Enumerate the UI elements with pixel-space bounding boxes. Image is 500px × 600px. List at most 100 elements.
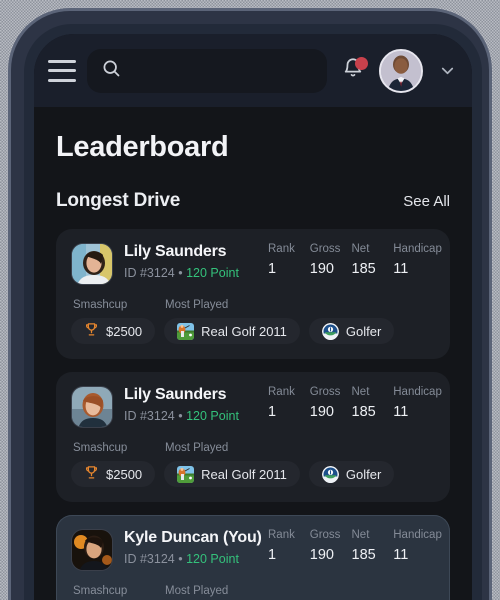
chip-row: $2500 Real Golf 2011 Golfer — [71, 318, 435, 344]
chip-label: Real Golf 2011 — [201, 466, 287, 482]
meta-separator: • — [178, 409, 183, 423]
player-meta: ID #3124 • 120 Point — [124, 552, 268, 566]
stat-value: 1 — [268, 547, 277, 563]
card-header: Lily Saunders ID #3124 • 120 Point Rank 1 Gr… — [71, 386, 442, 428]
profile-avatar[interactable] — [379, 48, 423, 93]
stat-label: Handicap — [393, 529, 442, 541]
chip[interactable]: Real Golf 2011 — [164, 461, 300, 487]
player-meta: ID #3124 • 120 Point — [124, 409, 268, 423]
stat-label: Net — [351, 529, 370, 541]
stat-label: Net — [351, 386, 370, 398]
player-stats: Rank 1 Gross 190 Net 185 Handicap 11 — [268, 529, 442, 563]
game-thumbnail — [177, 465, 195, 483]
player-avatar[interactable] — [71, 386, 113, 428]
chip[interactable]: $2500 — [71, 461, 156, 487]
search-icon — [101, 58, 122, 84]
stat-value: 185 — [351, 261, 376, 277]
golfer-badge-icon — [321, 322, 339, 340]
stat-label: Rank — [268, 386, 295, 398]
stat-column: Handicap 11 — [393, 243, 442, 277]
stat-column: Rank 1 — [268, 529, 310, 563]
player-name: Kyle Duncan (You) — [124, 529, 262, 546]
leaderboard-list: Lily Saunders ID #3124 • 120 Point Rank 1 Gr… — [34, 212, 472, 600]
player-name: Lily Saunders — [124, 386, 227, 403]
player-meta: ID #3124 • 120 Point — [124, 266, 268, 280]
search-bar[interactable] — [87, 48, 327, 93]
player-stats: Rank 1 Gross 190 Net 185 Handicap 11 — [268, 386, 442, 420]
stat-column: Handicap 11 — [393, 386, 442, 420]
leaderboard-card[interactable]: Lily Saunders ID #3124 • 120 Point Rank 1 Gr… — [56, 372, 450, 502]
canvas-backdrop: Leaderboard Longest Drive See All Lily S… — [0, 0, 500, 600]
player-avatar[interactable] — [71, 529, 113, 571]
stat-column: Rank 1 — [268, 243, 310, 277]
player-id: ID #3124 — [124, 266, 175, 280]
stat-value: 11 — [393, 404, 409, 420]
chip-group-labels: Smashcup Most Played — [71, 442, 435, 454]
stat-column: Net 185 — [352, 529, 394, 563]
stat-label: Gross — [309, 243, 341, 255]
leaderboard-card[interactable]: Kyle Duncan (You) ID #3124 • 120 Point Ran… — [56, 515, 450, 600]
stat-label: Handicap — [393, 243, 442, 255]
see-all-link[interactable]: See All — [403, 193, 450, 210]
player-id: ID #3124 — [124, 552, 175, 566]
player-avatar[interactable] — [71, 243, 113, 285]
card-header: Lily Saunders ID #3124 • 120 Point Rank 1 Gr… — [71, 243, 442, 285]
stat-label: Rank — [268, 529, 295, 541]
player-points: 120 Point — [186, 409, 239, 423]
player-points: 120 Point — [186, 266, 239, 280]
stat-column: Gross 190 — [310, 243, 352, 277]
phone-frame-outer: Leaderboard Longest Drive See All Lily S… — [8, 8, 492, 600]
stat-label: Gross — [309, 529, 341, 541]
chip-label: Golfer — [345, 323, 382, 339]
leaderboard-card[interactable]: Lily Saunders ID #3124 • 120 Point Rank 1 Gr… — [56, 229, 450, 359]
stat-label: Handicap — [393, 386, 442, 398]
player-points: 120 Point — [186, 552, 239, 566]
chip-row: $2500 Real Golf 2011 Golfer — [71, 461, 435, 487]
stat-column: Handicap 11 — [393, 529, 442, 563]
stat-value: 190 — [309, 404, 334, 420]
chip-group-labels: Smashcup Most Played — [71, 585, 435, 597]
page-title: Leaderboard — [56, 131, 229, 163]
player-identity: Lily Saunders ID #3124 • 120 Point — [124, 243, 268, 280]
player-stats: Rank 1 Gross 190 Net 185 Handicap 11 — [268, 243, 442, 277]
smashcup-label: Smashcup — [73, 299, 128, 311]
chip-label: $2500 — [106, 323, 143, 339]
section-title: Longest Drive — [56, 190, 181, 211]
section-header: Longest Drive See All — [34, 164, 472, 212]
golfer-badge-icon — [321, 465, 339, 483]
stat-value: 1 — [268, 261, 277, 277]
chip[interactable]: Real Golf 2011 — [164, 318, 300, 344]
search-input[interactable] — [131, 62, 313, 79]
page-body: Leaderboard Longest Drive See All Lily S… — [34, 107, 472, 600]
player-name: Lily Saunders — [124, 243, 227, 260]
stat-column: Rank 1 — [268, 386, 310, 420]
chip-group-labels: Smashcup Most Played — [71, 299, 435, 311]
trophy-icon — [84, 465, 99, 483]
chip[interactable]: $2500 — [71, 318, 156, 344]
game-thumbnail — [177, 322, 195, 340]
trophy-icon — [84, 322, 99, 340]
most-played-label: Most Played — [165, 442, 229, 454]
stat-value: 11 — [393, 547, 409, 563]
phone-frame-mid: Leaderboard Longest Drive See All Lily S… — [11, 11, 489, 600]
stat-value: 185 — [351, 404, 376, 420]
meta-separator: • — [178, 266, 183, 280]
chip[interactable]: Golfer — [308, 461, 395, 487]
stat-label: Net — [351, 243, 370, 255]
player-identity: Kyle Duncan (You) ID #3124 • 120 Point — [124, 529, 268, 566]
stat-value: 11 — [393, 261, 409, 277]
stat-column: Net 185 — [352, 243, 394, 277]
stat-column: Net 185 — [352, 386, 394, 420]
stat-column: Gross 190 — [310, 529, 352, 563]
stat-value: 1 — [268, 404, 277, 420]
chip[interactable]: Golfer — [308, 318, 395, 344]
chevron-down-icon[interactable] — [436, 60, 458, 82]
stat-column: Gross 190 — [310, 386, 352, 420]
stat-label: Rank — [268, 243, 295, 255]
hamburger-menu-icon[interactable] — [48, 59, 76, 82]
chip-label: Real Golf 2011 — [201, 323, 287, 339]
app-bar — [34, 34, 472, 107]
meta-separator: • — [178, 552, 183, 566]
notifications-button[interactable] — [338, 56, 368, 86]
smashcup-label: Smashcup — [73, 585, 128, 597]
